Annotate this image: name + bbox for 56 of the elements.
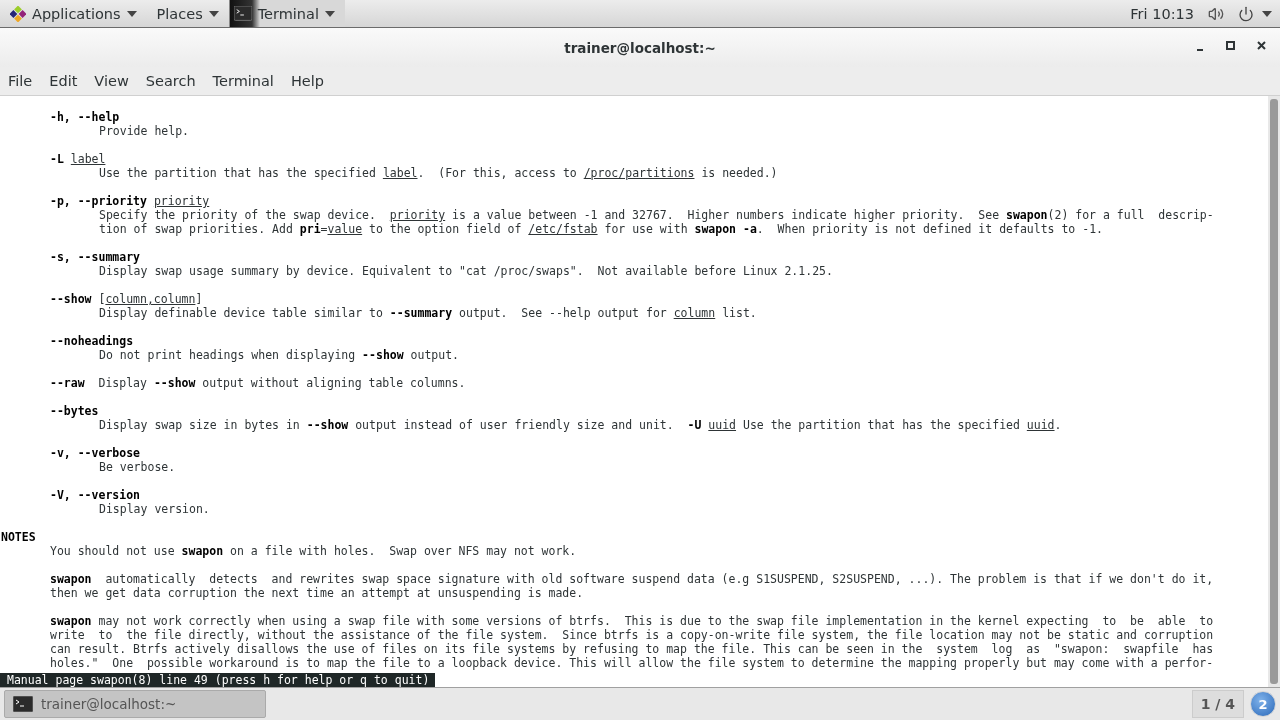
window-title: trainer@localhost:~ <box>564 39 716 56</box>
menu-item[interactable]: View <box>94 73 136 89</box>
man-page-line: Specify the priority of the swap device. priority is a value between -1 and 32767. Higher numbers indicate higher priority. See swapon(2) for a full descrip- <box>98 208 1214 222</box>
section-heading: NOTES <box>0 530 36 544</box>
man-page-line: --bytes <box>49 404 99 418</box>
man-page-line: -p, --priority priority <box>49 194 210 208</box>
menu-item[interactable]: Terminal <box>212 73 281 89</box>
man-page-line: -V, --version <box>49 488 140 502</box>
man-page-line: -L label <box>49 152 106 166</box>
man-page-line: can result. Btrfs actively disallows the use of files on its file systems by refusing to map the file. This can be seen in the system log as "swapon: swapfile has <box>49 642 1214 656</box>
volume-icon[interactable] <box>1208 5 1224 22</box>
man-page-line: holes." One possible workaround is to map the file to a loopback device. This will allow the file system to determine the mapping properly but may come with a perfor- <box>49 656 1214 670</box>
man-page-line: -h, --help <box>49 110 120 124</box>
man-page-line: Display definable device table similar to --summary output. See --help output for column list. <box>98 306 757 320</box>
caret-icon <box>324 10 335 17</box>
menu-item[interactable]: Edit <box>49 73 85 89</box>
maximize-icon[interactable] <box>1226 40 1235 52</box>
top-menu-label: Applications <box>32 5 121 22</box>
top-menu[interactable]: Applications <box>0 0 147 27</box>
flower-logo-icon <box>10 5 26 22</box>
workspace-indicator[interactable]: 1 / 4 <box>1191 690 1244 718</box>
man-page-line: --raw Display --show output without aligning table columns. <box>49 376 466 390</box>
man-page-line: swapon automatically detects and rewrites swap space signature with old software suspend data (e.g S1SUSPEND, S2SUSPEND, ...). The problem is that if we don't do it, <box>49 572 1214 586</box>
top-menu-label: Terminal <box>257 5 319 22</box>
man-page-line: Display swap size in bytes in --show output instead of user friendly size and unit. -U uuid Use the partition that has the specified uuid. <box>98 418 1062 432</box>
man-page-line: -s, --summary <box>49 250 140 264</box>
caret-icon <box>126 10 137 17</box>
man-page-line: -v, --verbose <box>49 446 140 460</box>
top-menu[interactable]: Places <box>146 0 229 27</box>
scrollbar[interactable] <box>1268 96 1280 687</box>
power-icon[interactable] <box>1238 5 1254 22</box>
man-page-line: Provide help. <box>98 124 189 138</box>
man-page-line: Use the partition that has the specified label. (For this, access to /proc/partitions is needed.) <box>98 166 778 180</box>
man-page-line: tion of swap priorities. Add pri=value to the option field of /etc/fstab for use with swapon -a. When priority is not defined it defaults to -1. <box>98 222 1103 236</box>
man-page-line: Display swap usage summary by device. Equivalent to "cat /proc/swaps". Not available before Linux 2.1.25. <box>98 264 833 278</box>
taskbar-window-button[interactable]: trainer@localhost:~ <box>4 690 266 718</box>
man-page-line: --show [column,column] <box>49 292 203 306</box>
man-page-line: You should not use swapon on a file with holes. Swap over NFS may not work. <box>49 544 577 558</box>
menu-item[interactable]: Search <box>145 73 203 89</box>
menu-item[interactable]: File <box>8 73 40 89</box>
man-page-line: Do not print headings when displaying --show output. <box>98 348 460 362</box>
top-menu-label: Places <box>156 5 203 22</box>
caret-icon <box>1262 10 1272 17</box>
terminal-icon <box>233 6 252 21</box>
man-page-line: --noheadings <box>49 334 134 348</box>
clock[interactable]: Fri 10:13 <box>1130 5 1194 22</box>
man-page-line: Display version. <box>98 502 210 516</box>
terminal-icon <box>13 696 33 712</box>
man-page-line: write to the file directly, without the assistance of the file system. Since btrfs is a copy-on-write file system, the file location may not be static and corruption <box>49 628 1214 642</box>
close-icon[interactable] <box>1257 40 1266 52</box>
top-menu[interactable]: Terminal <box>228 0 345 27</box>
man-page-line: Be verbose. <box>98 460 176 474</box>
man-page-line: swapon may not work correctly when using a swap file with some versions of btrfs. This is due to the swap file implementation in the kernel expecting to be able to <box>49 614 1214 628</box>
caret-icon <box>208 10 219 17</box>
menu-item[interactable]: Help <box>290 73 331 89</box>
man-page-line: then we get data corruption the next time an attempt at unsuspending is made. <box>49 586 584 600</box>
